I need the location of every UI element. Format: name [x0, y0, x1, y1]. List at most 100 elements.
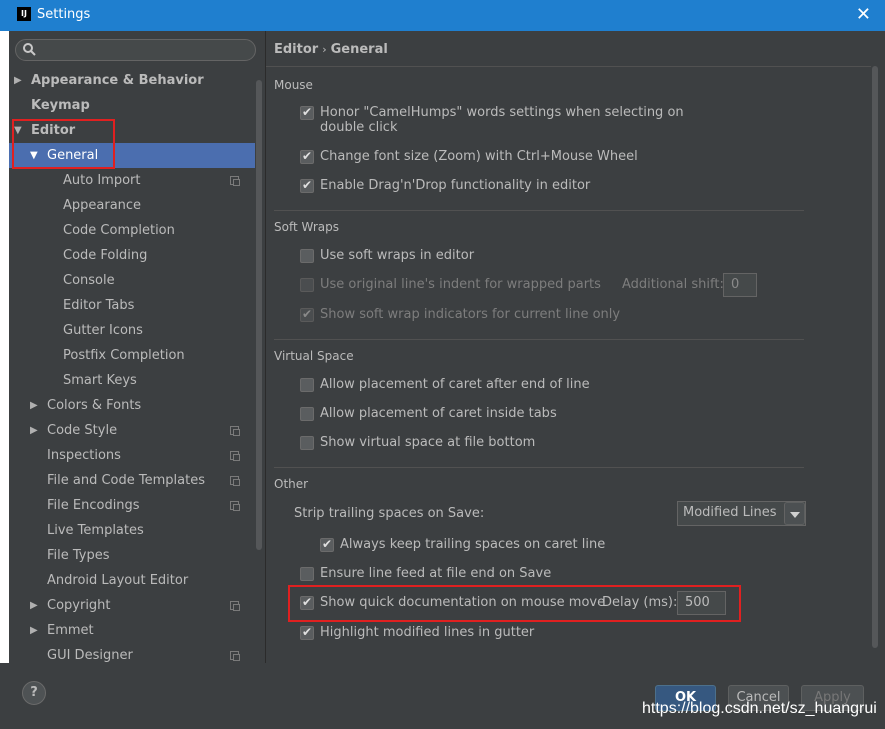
tree-item-label: Code Completion	[63, 223, 175, 238]
section-virtual-space: Virtual Space	[274, 349, 354, 363]
highlight-box-editor	[12, 119, 115, 169]
checkbox-label: Honor "CamelHumps" words settings when s…	[320, 105, 684, 120]
strip-trailing-select[interactable]: Modified Lines	[677, 501, 806, 526]
tree-item-label: Appearance & Behavior	[31, 73, 204, 88]
tree-item-live-templates[interactable]: Live Templates	[9, 518, 256, 543]
tree-item-file-types[interactable]: File Types	[9, 543, 256, 568]
checkbox-box[interactable]	[300, 306, 314, 323]
breadcrumb: Editor › General	[274, 42, 388, 57]
tree-item-label: Android Layout Editor	[47, 573, 189, 588]
checkbox-box[interactable]	[300, 378, 314, 392]
checkbox-label: Use soft wraps in editor	[320, 248, 475, 263]
strip-trailing-label: Strip trailing spaces on Save:	[294, 506, 485, 521]
tree-item-label: Inspections	[47, 448, 121, 463]
tree-item-gutter-icons[interactable]: Gutter Icons	[9, 318, 256, 343]
checkbox-label: Show soft wrap indicators for current li…	[320, 307, 621, 322]
project-scope-icon	[230, 651, 240, 661]
checkbox-label: Highlight modified lines in gutter	[320, 625, 535, 640]
tree-item-editor-tabs[interactable]: Editor Tabs	[9, 293, 256, 318]
tree-item-keymap[interactable]: Keymap	[9, 93, 256, 118]
section-other: Other	[274, 477, 309, 491]
tree-item-file-encodings[interactable]: File Encodings	[9, 493, 256, 518]
tree-item-label: Code Folding	[63, 248, 148, 263]
breadcrumb-parent: Editor	[274, 42, 319, 57]
chevron-right-icon[interactable]: ▶	[30, 393, 38, 418]
tree-item-smart-keys[interactable]: Smart Keys	[9, 368, 256, 393]
tree-item-label: Gutter Icons	[63, 323, 143, 338]
checkbox-box[interactable]	[300, 436, 314, 450]
project-scope-icon	[230, 426, 240, 436]
tree-item-code-completion[interactable]: Code Completion	[9, 218, 256, 243]
checkbox-label: Enable Drag'n'Drop functionality in edit…	[320, 178, 591, 193]
checkbox-box[interactable]	[300, 567, 314, 581]
help-button[interactable]: ?	[22, 681, 46, 705]
tree-item-label: Smart Keys	[63, 373, 137, 388]
title-bar: IJ Settings ✕	[0, 0, 885, 31]
highlight-box-quick-doc	[288, 585, 741, 622]
chevron-right-icon[interactable]: ▶	[30, 618, 38, 643]
tree-item-label: Colors & Fonts	[47, 398, 142, 413]
checkbox-label: Always keep trailing spaces on caret lin…	[340, 537, 606, 552]
search-icon	[23, 43, 36, 56]
additional-shift-input[interactable]: 0	[723, 273, 757, 297]
background-window-edge	[0, 31, 9, 729]
tree-item-appearance[interactable]: Appearance	[9, 193, 256, 218]
tree-item-label: Postfix Completion	[63, 348, 185, 363]
watermark-text: https://blog.csdn.net/sz_huangrui	[642, 700, 877, 717]
checkbox-box[interactable]	[300, 249, 314, 263]
checkbox-label: Use original line's indent for wrapped p…	[320, 277, 601, 292]
checkbox-box[interactable]	[300, 177, 314, 194]
tree-item-label: Live Templates	[47, 523, 144, 538]
project-scope-icon	[230, 451, 240, 461]
tree-item-auto-import[interactable]: Auto Import	[9, 168, 256, 193]
project-scope-icon	[230, 476, 240, 486]
header-divider	[266, 66, 871, 67]
tree-item-console[interactable]: Console	[9, 268, 256, 293]
section-divider	[274, 339, 804, 340]
tree-item-label: Emmet	[47, 623, 94, 638]
checkbox-label: Ensure line feed at file end on Save	[320, 566, 552, 581]
checkbox-label: Show virtual space at file bottom	[320, 435, 536, 450]
checkbox-box[interactable]	[300, 148, 314, 165]
section-divider	[274, 210, 804, 211]
chevron-right-icon[interactable]: ▶	[30, 418, 38, 443]
checkbox-box[interactable]	[320, 536, 334, 553]
section-soft-wraps: Soft Wraps	[274, 220, 339, 234]
tree-item-label: Editor Tabs	[63, 298, 135, 313]
tree-item-code-style[interactable]: ▶ Code Style	[9, 418, 256, 443]
tree-item-label: Keymap	[31, 98, 90, 113]
tree-item-inspections[interactable]: Inspections	[9, 443, 256, 468]
chevron-right-icon[interactable]: ▶	[30, 593, 38, 618]
breadcrumb-separator: ›	[322, 43, 327, 56]
tree-item-colors-fonts[interactable]: ▶ Colors & Fonts	[9, 393, 256, 418]
checkbox-box[interactable]	[300, 278, 314, 292]
tree-item-label: File and Code Templates	[47, 473, 205, 488]
chevron-right-icon[interactable]: ▶	[14, 68, 22, 93]
tree-item-emmet[interactable]: ▶ Emmet	[9, 618, 256, 643]
checkbox-box[interactable]	[300, 104, 314, 121]
close-icon[interactable]: ✕	[856, 4, 871, 25]
section-divider	[274, 467, 804, 468]
chevron-down-icon[interactable]	[784, 502, 805, 525]
checkbox-box[interactable]	[300, 407, 314, 421]
intellij-logo-icon: IJ	[17, 7, 31, 21]
search-input[interactable]	[15, 39, 256, 61]
project-scope-icon	[230, 601, 240, 611]
tree-item-label: Copyright	[47, 598, 111, 613]
section-mouse: Mouse	[274, 78, 313, 92]
tree-item-android-layout-editor[interactable]: Android Layout Editor	[9, 568, 256, 593]
tree-item-file-and-code-templates[interactable]: File and Code Templates	[9, 468, 256, 493]
settings-scrollbar-thumb[interactable]	[872, 66, 878, 648]
checkbox-box[interactable]	[300, 624, 314, 641]
tree-item-copyright[interactable]: ▶ Copyright	[9, 593, 256, 618]
tree-item-label: Auto Import	[63, 173, 141, 188]
settings-scrollbar[interactable]	[871, 66, 879, 660]
tree-item-postfix-completion[interactable]: Postfix Completion	[9, 343, 256, 368]
tree-item-code-folding[interactable]: Code Folding	[9, 243, 256, 268]
additional-shift-label: Additional shift:	[622, 277, 724, 292]
nav-scrollbar[interactable]	[255, 80, 264, 660]
nav-scrollbar-thumb[interactable]	[256, 80, 262, 550]
tree-item-label: Code Style	[47, 423, 118, 438]
tree-item-appearance-behavior[interactable]: ▶ Appearance & Behavior	[9, 68, 256, 93]
checkbox-label: Allow placement of caret after end of li…	[320, 377, 590, 392]
